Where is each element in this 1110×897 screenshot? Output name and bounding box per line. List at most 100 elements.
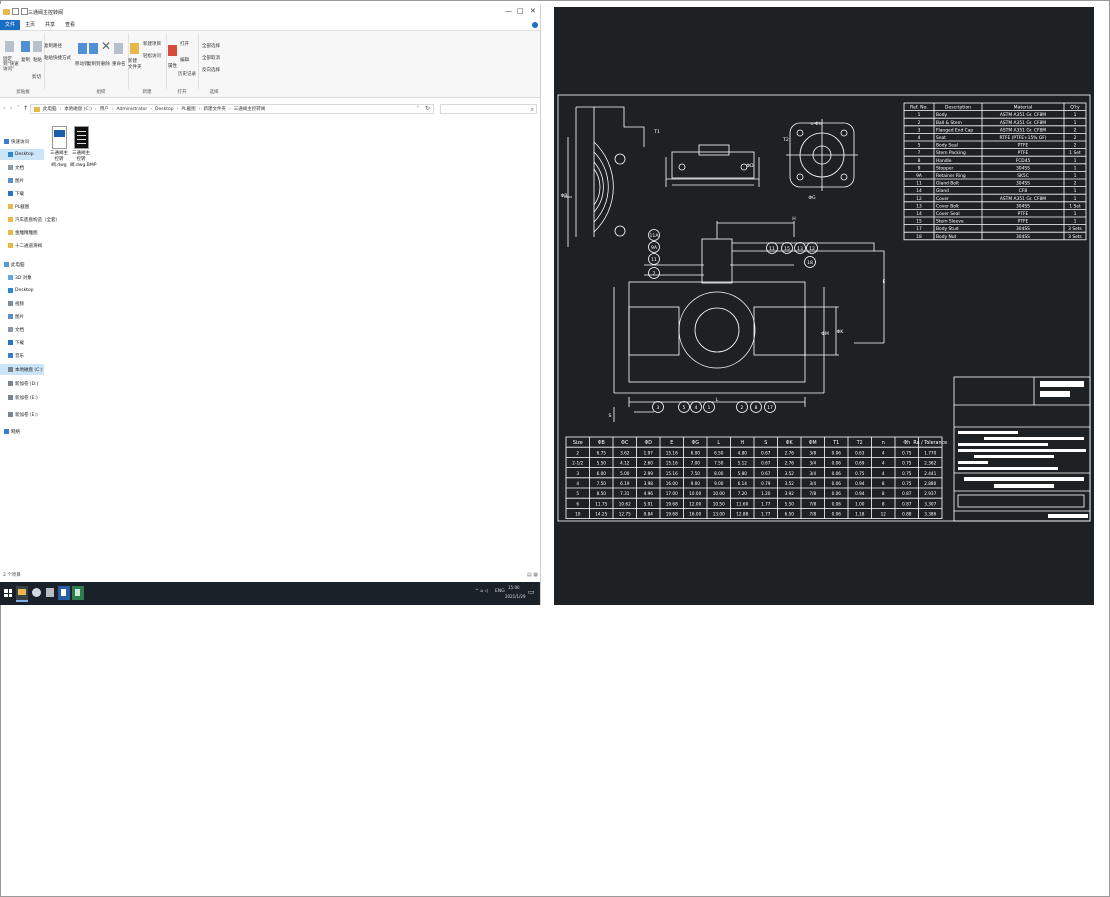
tab-share[interactable]: 共享 (40, 20, 60, 30)
history-button[interactable]: 历史记录 (178, 71, 196, 77)
nav-item[interactable]: 下载 (0, 337, 44, 348)
title-block-bar (1040, 381, 1084, 387)
dimension-table-header: L (717, 440, 720, 446)
nav-item[interactable]: 图片 (0, 175, 44, 186)
dimension-table-header: Ra / Tolerance (913, 440, 947, 446)
breadcrumb-this-pc[interactable]: 此电脑 (43, 106, 57, 112)
dimension-table-cell: 8.00 (714, 471, 724, 476)
file-item[interactable]: 三通阀主控转阀.dwg.BMP (70, 126, 96, 169)
help-icon[interactable] (532, 22, 538, 28)
nav-item-label: 图片 (15, 314, 24, 320)
tray-icons[interactable]: ^ ⌂ ◁ (475, 589, 488, 594)
group-new: 新建 文件夹 新建项目 轻松访问 新建 (128, 33, 167, 95)
paste-shortcut-button[interactable]: 粘贴快捷方式 (44, 55, 71, 61)
parts-table-cell: CF8 (1019, 188, 1028, 194)
tab-file[interactable]: 文件 (0, 20, 21, 30)
clock-date[interactable]: 2021/1/29 (505, 594, 526, 599)
tab-home[interactable]: 主页 (20, 20, 40, 30)
nav-item[interactable]: 新加卷 (D:) (0, 378, 44, 389)
spreadsheet-taskbar-icon[interactable] (72, 586, 84, 600)
browser-taskbar-icon[interactable] (31, 586, 43, 600)
view-mode-icons[interactable]: ▤ ▦ (527, 572, 538, 578)
nav-item[interactable]: Desktop (0, 149, 44, 160)
breadcrumb-current[interactable]: 三通阀主控转阀 (234, 106, 266, 112)
nav-item[interactable]: 音乐 (0, 350, 44, 361)
nav-item[interactable]: 网络 (0, 426, 44, 437)
copy-to-button[interactable]: 复制到 (87, 61, 101, 67)
file-item[interactable]: 三通阀主控转阀.dwg (48, 126, 70, 169)
address-box[interactable]: 此电脑 › 本地磁盘 (C:) › 用户 › Administrator › Deskt… (30, 104, 434, 114)
copy-button[interactable]: 复制 (21, 57, 30, 63)
recent-chevron-icon[interactable]: ˅ (17, 105, 20, 112)
cad-taskbar-icon[interactable] (58, 586, 70, 600)
search-input[interactable]: ⌕ (440, 104, 537, 114)
properties-icon[interactable] (12, 8, 19, 15)
clock-time[interactable]: 15:00 (508, 585, 520, 590)
cut-button[interactable]: 剪切 (32, 74, 41, 80)
properties-button[interactable]: 属性 (168, 63, 177, 69)
dimension-table-cell: 7.00 (691, 461, 701, 466)
open-button[interactable]: 打开 (180, 41, 189, 47)
breadcrumb-administrator[interactable]: Administrator (117, 107, 148, 112)
notification-icon[interactable]: ▭ (528, 588, 535, 596)
forward-arrow-icon[interactable]: › (10, 105, 12, 112)
nav-item[interactable]: 图片 (0, 311, 44, 322)
nav-item-label: 视频 (15, 301, 24, 307)
start-icon[interactable] (4, 589, 12, 597)
dimension-table-cell: 0.06 (832, 461, 842, 466)
file-explorer-taskbar-icon[interactable] (16, 586, 28, 602)
nav-item[interactable]: 金雕精雕图 (0, 227, 44, 238)
language-indicator[interactable]: ENG (495, 589, 505, 594)
nav-item[interactable]: 汽车底盘构造（全套） (0, 214, 60, 225)
dimension-table-cell: 10 (575, 512, 581, 517)
refresh-icon[interactable]: ↻ (425, 105, 430, 112)
parts-table-cell: 1 (1074, 219, 1077, 225)
tab-view[interactable]: 查看 (60, 20, 80, 30)
up-arrow-icon[interactable]: ↑ (23, 105, 28, 112)
new-folder-button[interactable]: 新建 文件夹 (128, 59, 142, 71)
nav-item[interactable]: 十二通道滑阀 (0, 240, 44, 251)
parts-table-cell: 15 (916, 219, 922, 225)
nav-item[interactable]: Desktop (0, 285, 44, 296)
nav-item[interactable]: 新加卷 (E:) (0, 409, 44, 420)
dimension-table-cell: 9.84 (644, 512, 654, 517)
nav-item[interactable]: 文档 (0, 162, 44, 173)
nav-item[interactable]: 3D 对象 (0, 272, 44, 283)
copy-path-button[interactable]: 复制路径 (44, 43, 62, 49)
nav-item[interactable]: 快速访问 (0, 136, 44, 147)
invert-selection-button[interactable]: 反向选择 (202, 67, 220, 73)
select-none-button[interactable]: 全部取消 (202, 55, 220, 61)
minimize-button[interactable]: — (505, 7, 512, 15)
close-button[interactable]: ✕ (530, 7, 536, 15)
address-dropdown-icon[interactable]: ˅ (417, 106, 420, 112)
nav-item[interactable]: 新加卷 (E:) (0, 392, 44, 403)
nav-item[interactable]: 此电脑 (0, 259, 44, 270)
app-taskbar-icon[interactable] (44, 586, 56, 600)
balloon-label: 9A (651, 245, 658, 251)
breadcrumb-users[interactable]: 用户 (100, 106, 109, 112)
parts-table-cell: 2 (1074, 181, 1077, 187)
breadcrumb-drive-c[interactable]: 本地磁盘 (C:) (64, 106, 92, 112)
nav-item[interactable]: 文档 (0, 324, 44, 335)
nav-item[interactable]: 下载 (0, 188, 44, 199)
parts-table-cell: Retainer Ring (936, 173, 966, 179)
rename-button[interactable]: 重命名 (112, 61, 126, 67)
breadcrumb-desktop[interactable]: Desktop (155, 107, 174, 112)
nav-item[interactable]: 视频 (0, 298, 44, 309)
file-name: 三通阀主控转阀.dwg (50, 151, 68, 168)
paste-button[interactable]: 粘贴 (33, 57, 42, 63)
new-item-button[interactable]: 新建项目 (143, 41, 161, 47)
edit-button[interactable]: 编辑 (180, 57, 189, 63)
breadcrumb-pl[interactable]: PL截图 (181, 106, 195, 112)
dimension-table-cell: 3/4 (809, 471, 816, 476)
delete-button[interactable]: 删除 (101, 61, 110, 67)
nav-item[interactable]: 本地磁盘 (C:) (0, 364, 44, 375)
maximize-button[interactable]: □ (517, 7, 524, 15)
pin-button[interactable]: 固定到"快速访问" (3, 57, 19, 72)
back-arrow-icon[interactable]: ‹ (3, 105, 5, 112)
easy-access-button[interactable]: 轻松访问 (143, 53, 161, 59)
select-all-button[interactable]: 全部选择 (202, 43, 220, 49)
breadcrumb-new-folder[interactable]: 新建文件夹 (203, 106, 226, 112)
new-folder-icon[interactable] (21, 8, 28, 15)
nav-item[interactable]: PL截图 (0, 201, 44, 212)
